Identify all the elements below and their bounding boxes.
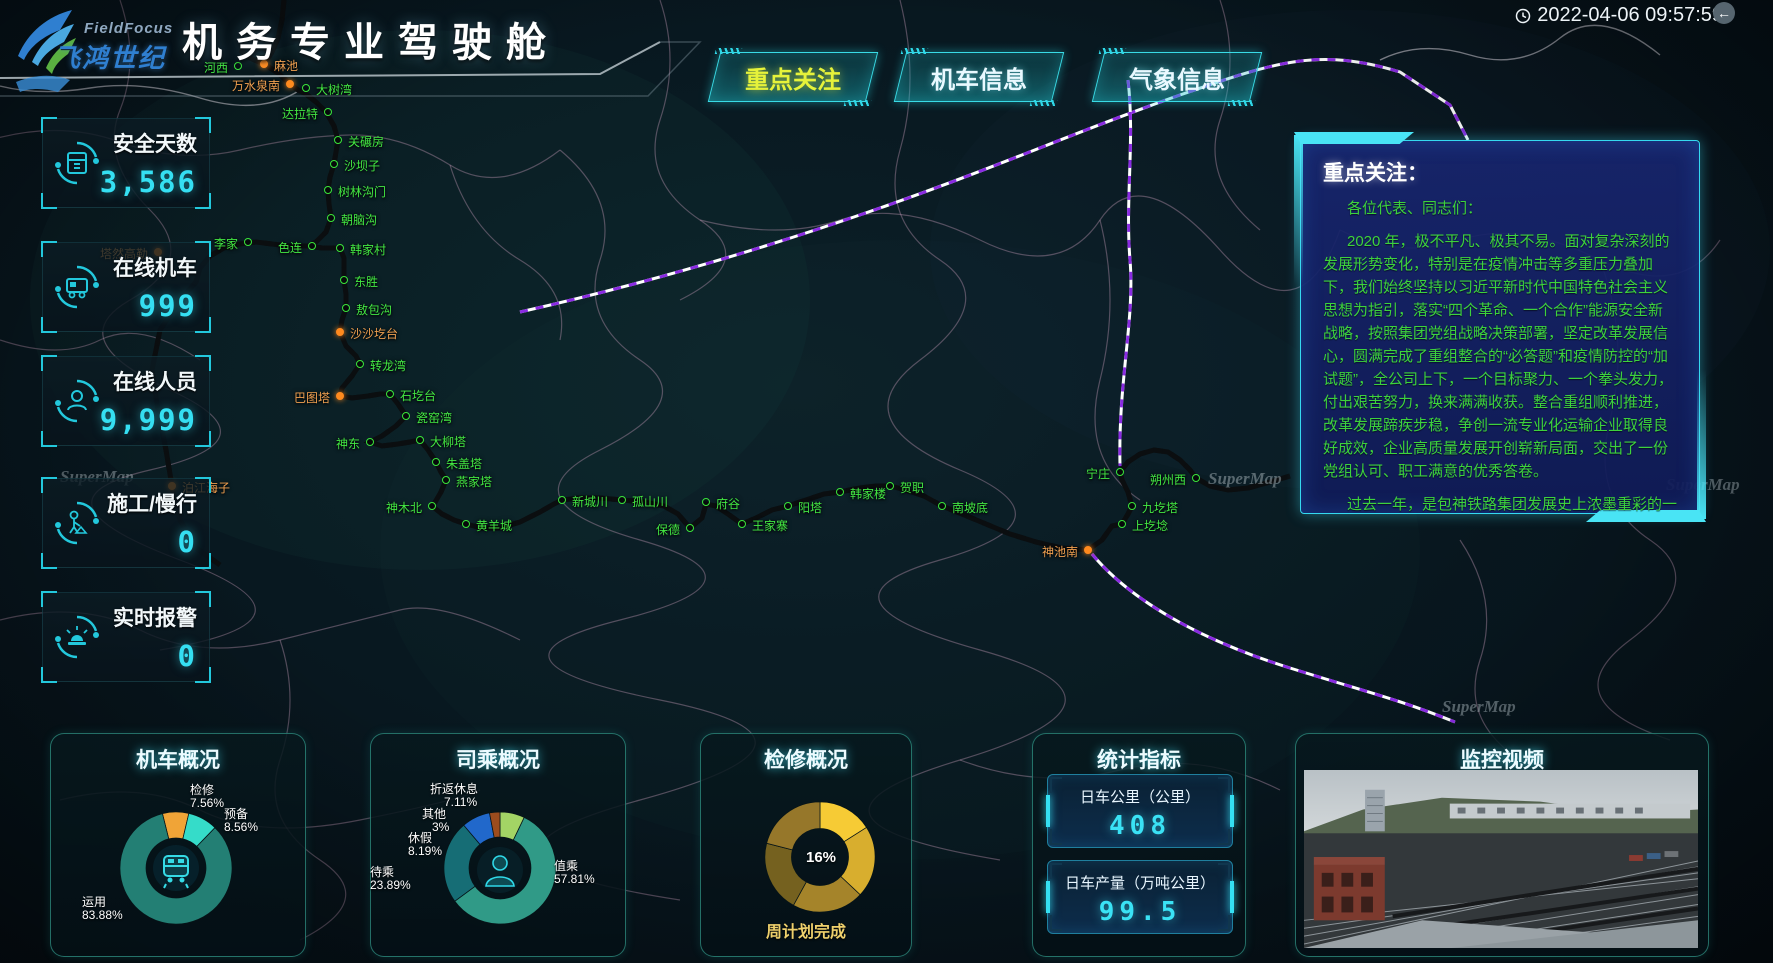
page-title: 机务专业驾驶舱 — [182, 10, 560, 68]
panel-title: 机车概况 — [51, 744, 305, 774]
stat-card-realtime-alarms: 实时报警 0 — [42, 592, 210, 682]
tab-label: 机车信息 — [900, 52, 1058, 102]
slice-label: 检修7.56% — [190, 784, 224, 810]
tab-key-focus[interactable]: 重点关注 — [714, 52, 872, 102]
datetime-display: 2022-04-06 09:57:59 — [1515, 4, 1723, 27]
slice-label: 值乘57.81% — [554, 860, 595, 886]
panel-video-monitor: 监控视频 — [1295, 733, 1709, 957]
surveillance-video[interactable] — [1304, 770, 1698, 948]
donut-caption: 周计划完成 — [766, 918, 846, 942]
stat-value: 0 — [79, 525, 197, 559]
panel-statistics: 统计指标 日车公里（公里） 408 日车产量（万吨公里） 99.5 — [1032, 733, 1246, 957]
statbox-daily-km: 日车公里（公里） 408 — [1047, 774, 1233, 848]
tab-locomotive-info[interactable]: 机车信息 — [900, 52, 1058, 102]
slice-label: 待乘23.89% — [370, 866, 411, 892]
key-focus-content: 重点关注： 各位代表、同志们： 2020 年，极不平凡、极其不易。面对复杂深刻的… — [1301, 141, 1699, 513]
stat-card-online-personnel: 在线人员 9,999 — [42, 356, 210, 446]
stat-card-construction-slow: 施工/慢行 0 — [42, 478, 210, 568]
stat-value: 0 — [79, 639, 197, 673]
donut-center-percent: 16% — [806, 849, 836, 866]
datetime-text: 2022-04-06 09:57:59 — [1537, 4, 1723, 27]
stat-value: 9,999 — [79, 403, 197, 437]
key-focus-title: 重点关注： — [1323, 157, 1677, 187]
slice-label: 预备8.56% — [224, 808, 258, 834]
stat-card-online-locomotives: 在线机车 999 — [42, 242, 210, 332]
statbox-label: 日车产量（万吨公里） — [1048, 872, 1232, 893]
stat-label: 在线机车 — [79, 252, 197, 282]
stat-label: 施工/慢行 — [79, 488, 197, 518]
tab-label: 气象信息 — [1098, 52, 1256, 102]
supermap-watermark: SuperMap — [1442, 697, 1516, 716]
person-icon — [476, 846, 524, 894]
focus-paragraph: 2020 年，极不平凡、极其不易。面对复杂深刻的发展形势变化，特别是在疫情冲击等… — [1323, 230, 1677, 483]
stat-value: 3,586 — [79, 165, 197, 199]
brand-name-cn: 飞鸿世纪 — [54, 38, 166, 75]
stat-card-safety-days: 安全天数 3,586 — [42, 118, 210, 208]
dashboard-stage: SuperMap SuperMap SuperMap SuperMap 河西麻池… — [0, 0, 1773, 963]
statbox-value: 408 — [1048, 811, 1232, 841]
donut-slice — [767, 802, 820, 850]
slice-label: 运用83.88% — [82, 896, 123, 922]
statbox-label: 日车公里（公里） — [1048, 786, 1232, 807]
tab-label: 重点关注 — [714, 52, 872, 102]
clock-icon — [1515, 8, 1531, 24]
stat-value: 999 — [79, 289, 197, 323]
panel-title: 检修概况 — [701, 744, 911, 774]
back-button[interactable]: ← — [1713, 2, 1735, 24]
tab-weather-info[interactable]: 气象信息 — [1098, 52, 1256, 102]
slice-label: 折返休息7.11% — [430, 783, 478, 809]
video-still-frame — [1304, 770, 1698, 948]
panel-title: 司乘概况 — [371, 744, 625, 774]
stat-label: 实时报警 — [79, 602, 197, 632]
focus-paragraph: 过去一年，是包神铁路集团发展史上浓墨重彩的一— — [1323, 493, 1677, 513]
stat-label: 安全天数 — [79, 128, 197, 158]
supermap-watermark: SuperMap — [1208, 469, 1282, 488]
key-focus-panel: 重点关注： 各位代表、同志们： 2020 年，极不平凡、极其不易。面对复杂深刻的… — [1300, 140, 1700, 514]
train-icon — [152, 844, 200, 892]
slice-label: 休假8.19% — [408, 832, 442, 858]
focus-paragraph: 各位代表、同志们： — [1323, 197, 1677, 220]
stat-label: 在线人员 — [79, 366, 197, 396]
statbox-daily-output: 日车产量（万吨公里） 99.5 — [1047, 860, 1233, 934]
statbox-value: 99.5 — [1048, 897, 1232, 927]
panel-title: 统计指标 — [1033, 744, 1245, 774]
brand-name-en: FieldFocus — [84, 20, 173, 37]
